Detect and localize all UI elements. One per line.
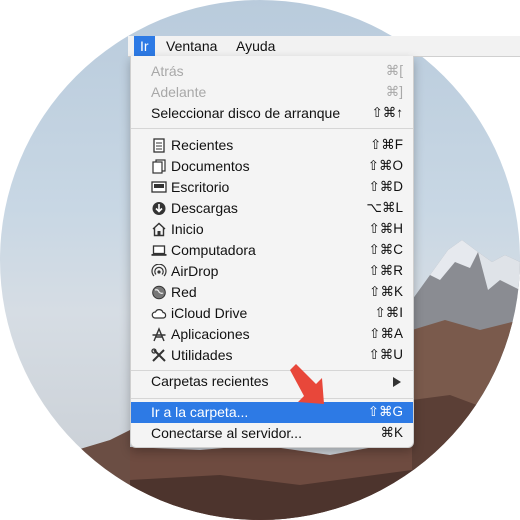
menubar-help[interactable]: Ayuda xyxy=(236,36,275,56)
menu-item-applications[interactable]: Aplicaciones ⇧⌘A xyxy=(131,324,413,345)
desktop-icon xyxy=(151,181,167,193)
menu-item-connect-server[interactable]: Conectarse al servidor... ⌘K xyxy=(131,423,413,444)
documents-icon xyxy=(152,159,166,174)
menubar-go[interactable]: Ir xyxy=(134,36,155,56)
menu-item-desktop[interactable]: Escritorio ⇧⌘D xyxy=(131,177,413,198)
menu-item-network[interactable]: Red ⇧⌘K xyxy=(131,282,413,303)
menu-item-home[interactable]: Inicio ⇧⌘H xyxy=(131,219,413,240)
menu-item-forward: Adelante ⌘] xyxy=(151,84,403,100)
utilities-icon xyxy=(151,348,166,362)
submenu-arrow-icon xyxy=(393,377,401,387)
menu-separator xyxy=(131,398,413,399)
go-menu: Atrás ⌘[ Adelante ⌘] Seleccionar disco d… xyxy=(130,56,414,448)
menu-item-utilities[interactable]: Utilidades ⇧⌘U xyxy=(131,345,413,366)
downloads-icon xyxy=(152,202,166,215)
menu-item-recent-folders[interactable]: Carpetas recientes xyxy=(131,371,413,392)
menu-item-icloud-drive[interactable]: iCloud Drive ⇧⌘I xyxy=(131,303,413,324)
applications-icon xyxy=(152,327,166,342)
computer-icon xyxy=(151,245,167,256)
menu-item-airdrop[interactable]: AirDrop ⇧⌘R xyxy=(131,261,413,282)
menubar-window[interactable]: Ventana xyxy=(166,36,217,56)
menu-item-go-to-folder[interactable]: Ir a la carpeta... ⇧⌘G xyxy=(131,402,413,423)
icloud-icon xyxy=(151,309,167,319)
menu-item-recents[interactable]: Recientes ⇧⌘F xyxy=(131,135,413,156)
red-arrow-pointer-icon xyxy=(290,364,324,404)
menu-bar: Ir Ventana Ayuda xyxy=(128,36,520,57)
menu-item-downloads[interactable]: Descargas ⌥⌘L xyxy=(131,198,413,219)
airdrop-icon xyxy=(151,264,167,277)
home-icon xyxy=(152,222,166,237)
menu-item-back: Atrás ⌘[ xyxy=(151,63,403,79)
menu-item-startup-disk[interactable]: Seleccionar disco de arranque ⇧⌘↑ xyxy=(131,103,413,124)
recents-icon xyxy=(153,138,165,153)
menu-item-computer[interactable]: Computadora ⇧⌘C xyxy=(131,240,413,261)
menu-item-documents[interactable]: Documentos ⇧⌘O xyxy=(131,156,413,177)
network-icon xyxy=(152,285,166,300)
menu-separator xyxy=(131,128,413,129)
